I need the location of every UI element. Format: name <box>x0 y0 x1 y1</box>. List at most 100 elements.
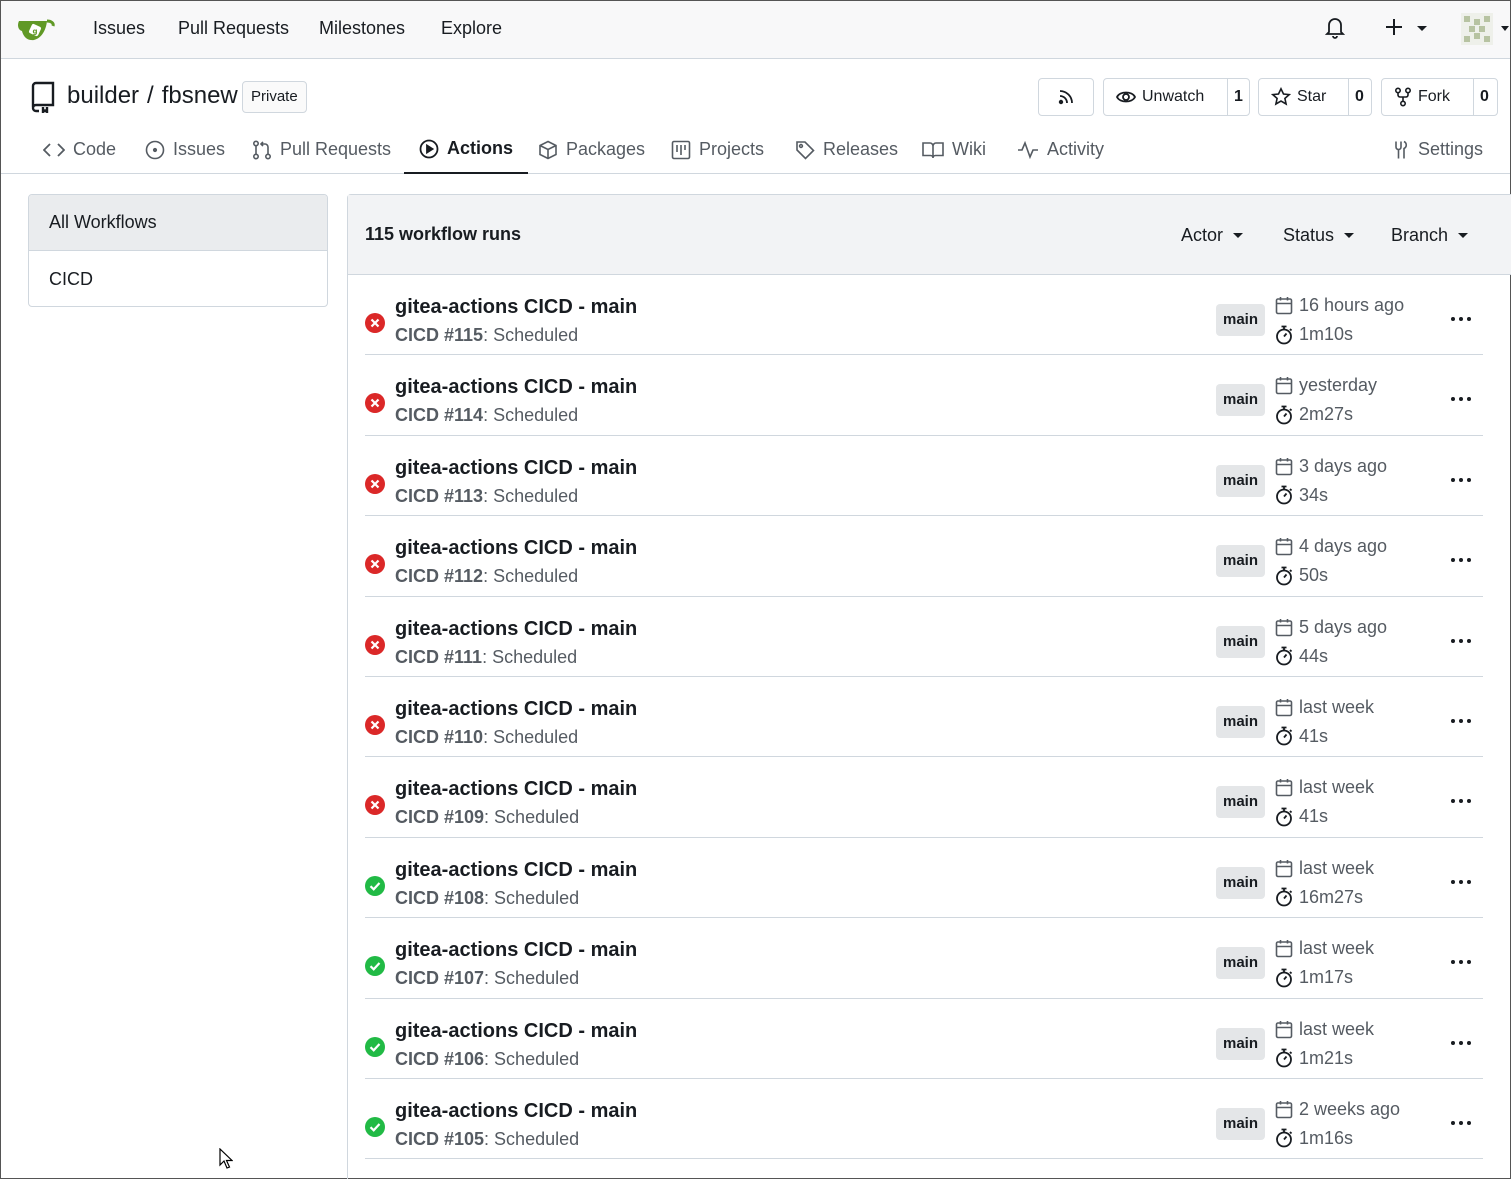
run-number: CICD #115 <box>395 325 484 345</box>
repo-owner-link[interactable]: builder <box>67 82 139 109</box>
kebab-menu-icon[interactable] <box>1451 960 1471 965</box>
nav-explore[interactable]: Explore <box>441 18 502 39</box>
calendar-icon <box>1275 779 1293 797</box>
run-trigger: : Scheduled <box>484 1048 580 1069</box>
stopwatch-icon <box>1276 325 1293 344</box>
notifications-bell-icon[interactable] <box>1325 15 1345 39</box>
repo-name-link[interactable]: fbsnew <box>162 82 238 109</box>
kebab-menu-icon[interactable] <box>1451 317 1471 321</box>
fork-count[interactable]: 0 <box>1473 79 1495 115</box>
fork-button[interactable]: Fork <box>1382 79 1473 115</box>
check-circle-icon <box>365 875 385 896</box>
run-row: gitea-actions CICD - main CICD #110: Sch… <box>365 677 1483 758</box>
calendar-icon <box>1275 940 1293 958</box>
run-time: last week <box>1275 858 1374 879</box>
run-trigger: : Scheduled <box>483 485 579 506</box>
run-trigger: : Scheduled <box>484 1128 580 1149</box>
branch-badge[interactable]: main <box>1216 384 1265 417</box>
nav-milestones[interactable]: Milestones <box>319 18 405 39</box>
kebab-menu-icon[interactable] <box>1451 558 1471 563</box>
kebab-menu-icon[interactable] <box>1451 397 1471 402</box>
run-title-link[interactable]: gitea-actions CICD - main <box>395 859 637 882</box>
x-circle-icon <box>365 393 385 414</box>
branch-badge[interactable]: main <box>1216 947 1265 980</box>
nav-pull-requests[interactable]: Pull Requests <box>178 18 289 39</box>
run-title-link[interactable]: gitea-actions CICD - main <box>395 296 637 319</box>
branch-filter-dropdown[interactable]: Branch <box>1391 225 1469 246</box>
run-time-text: 5 days ago <box>1299 616 1388 637</box>
tab-projects-label: Projects <box>699 139 765 159</box>
tab-releases[interactable]: Releases <box>795 125 898 174</box>
project-icon <box>671 140 691 159</box>
run-title-link[interactable]: gitea-actions CICD - main <box>395 376 637 399</box>
status-filter-dropdown[interactable]: Status <box>1283 225 1355 246</box>
run-number: CICD #106 <box>395 1048 485 1069</box>
branch-badge[interactable]: main <box>1216 545 1265 578</box>
star-button[interactable]: Star <box>1259 79 1348 115</box>
tab-packages[interactable]: Packages <box>538 125 645 174</box>
rss-feed-button[interactable] <box>1038 78 1094 116</box>
run-title-link[interactable]: gitea-actions CICD - main <box>395 698 637 721</box>
x-circle-icon <box>365 714 385 735</box>
actor-filter-dropdown[interactable]: Actor <box>1181 225 1244 246</box>
run-row: gitea-actions CICD - main CICD #106: Sch… <box>365 999 1483 1079</box>
run-title-link[interactable]: gitea-actions CICD - main <box>395 537 637 560</box>
user-avatar[interactable] <box>1461 13 1493 45</box>
kebab-menu-icon[interactable] <box>1451 718 1471 723</box>
kebab-menu-icon[interactable] <box>1451 1040 1471 1045</box>
create-dropdown-caret-icon[interactable] <box>1417 26 1427 31</box>
gitea-logo-icon[interactable]: g <box>17 13 55 45</box>
kebab-menu-icon[interactable] <box>1451 477 1471 482</box>
branch-badge[interactable]: main <box>1216 464 1265 497</box>
kebab-menu-icon[interactable] <box>1451 879 1471 884</box>
run-duration: 1m10s <box>1275 324 1353 345</box>
tab-actions[interactable]: Actions <box>404 125 529 174</box>
stopwatch-icon <box>1276 807 1293 827</box>
nav-issues[interactable]: Issues <box>93 18 145 39</box>
star-count[interactable]: 0 <box>1348 79 1370 115</box>
run-row: gitea-actions CICD - main CICD #112: Sch… <box>365 516 1483 597</box>
sidebar-item-cicd[interactable]: CICD <box>29 251 327 306</box>
repo-tabs: Code Issues Pull Requests Actions Packag… <box>1 125 1510 174</box>
branch-badge[interactable]: main <box>1216 304 1265 336</box>
tab-activity[interactable]: Activity <box>1017 125 1104 174</box>
run-row: gitea-actions CICD - main CICD #114: Sch… <box>365 355 1483 436</box>
run-title-link[interactable]: gitea-actions CICD - main <box>395 457 637 480</box>
play-circle-icon <box>419 139 439 158</box>
run-row: gitea-actions CICD - main CICD #105: Sch… <box>365 1079 1483 1160</box>
branch-badge[interactable]: main <box>1216 786 1265 819</box>
branch-badge[interactable]: main <box>1216 705 1265 738</box>
kebab-menu-icon[interactable] <box>1451 1120 1471 1125</box>
run-duration-text: 41s <box>1299 725 1329 746</box>
create-plus-icon[interactable] <box>1384 17 1404 37</box>
tab-packages-label: Packages <box>566 139 646 159</box>
branch-badge[interactable]: main <box>1216 625 1265 658</box>
stopwatch-icon <box>1276 566 1293 586</box>
stopwatch-icon <box>1276 968 1293 988</box>
tab-pull-requests[interactable]: Pull Requests <box>252 125 391 174</box>
run-row: gitea-actions CICD - main CICD #113: Sch… <box>365 436 1483 517</box>
branch-badge[interactable]: main <box>1216 1027 1265 1060</box>
run-title-link[interactable]: gitea-actions CICD - main <box>395 778 637 801</box>
tab-issues[interactable]: Issues <box>145 125 225 174</box>
user-menu-caret-icon[interactable] <box>1501 26 1509 31</box>
run-title-link[interactable]: gitea-actions CICD - main <box>395 939 637 962</box>
branch-badge[interactable]: main <box>1216 866 1265 899</box>
run-title-link[interactable]: gitea-actions CICD - main <box>395 1100 637 1123</box>
kebab-menu-icon[interactable] <box>1451 799 1471 804</box>
stopwatch-icon <box>1276 1048 1293 1068</box>
run-title-link[interactable]: gitea-actions CICD - main <box>395 1020 637 1043</box>
tab-code[interactable]: Code <box>43 125 116 174</box>
tab-projects[interactable]: Projects <box>671 125 764 174</box>
run-time-text: 2 weeks ago <box>1299 1098 1401 1119</box>
sidebar-item-all-workflows[interactable]: All Workflows <box>29 195 327 251</box>
tab-settings[interactable]: Settings <box>1390 125 1483 174</box>
unwatch-label: Unwatch <box>1142 88 1205 105</box>
watch-count[interactable]: 1 <box>1227 79 1249 115</box>
kebab-menu-icon[interactable] <box>1451 638 1471 643</box>
unwatch-button[interactable]: Unwatch <box>1104 79 1227 115</box>
tab-wiki[interactable]: Wiki <box>922 125 986 174</box>
branch-badge[interactable]: main <box>1216 1107 1265 1140</box>
run-title-link[interactable]: gitea-actions CICD - main <box>395 618 637 641</box>
run-trigger: : Scheduled <box>483 405 579 426</box>
